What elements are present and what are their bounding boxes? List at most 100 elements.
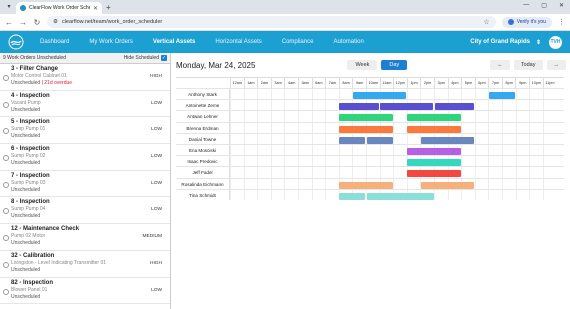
recurring-icon	[3, 235, 9, 242]
scheduled-block[interactable]	[339, 136, 366, 144]
work-order-item[interactable]: 4 - Inspection Vacant Pump Unscheduled LOW	[0, 91, 170, 118]
technician-lane[interactable]	[230, 122, 564, 133]
work-order-status: Unscheduled	[11, 213, 41, 220]
technician-lane[interactable]	[230, 100, 564, 111]
technician-row: Isaac Predovic	[176, 155, 564, 167]
scheduled-block[interactable]	[420, 181, 475, 189]
scheduled-block[interactable]	[339, 181, 393, 189]
technician-lane[interactable]	[230, 144, 564, 156]
technician-lane[interactable]	[230, 111, 564, 122]
technician-lane[interactable]	[230, 156, 564, 167]
bookmark-star-icon[interactable]: ☆	[483, 18, 489, 26]
hour-gridline	[488, 122, 490, 133]
hour-gridline	[542, 133, 544, 144]
back-icon[interactable]: ←	[5, 18, 13, 27]
scheduled-block[interactable]	[339, 103, 380, 111]
week-view-button[interactable]: Week	[347, 60, 378, 70]
next-day-button[interactable]: →	[546, 60, 566, 70]
technician-lane[interactable]	[230, 189, 564, 200]
scheduled-block[interactable]	[420, 136, 475, 144]
clearflow-logo-icon[interactable]	[8, 34, 24, 50]
checkbox-checked-icon[interactable]: ✓	[161, 55, 167, 61]
unscheduled-sidebar: 9 Work Orders Unscheduled Hide Scheduled…	[0, 53, 171, 309]
technician-lane[interactable]	[230, 178, 564, 189]
hour-gridline	[270, 156, 272, 167]
work-order-item[interactable]: 32 - Calibration Livingston - Level Indic…	[0, 251, 170, 278]
nav-automation[interactable]: Automation	[333, 39, 363, 45]
hour-label: 9pm	[515, 78, 529, 88]
hour-gridline	[488, 100, 490, 111]
reload-icon[interactable]: ↻	[33, 18, 41, 27]
nav-dashboard[interactable]: Dashboard	[40, 39, 69, 45]
hour-label: 10am	[365, 78, 380, 88]
hour-gridline	[393, 111, 395, 122]
nav-horizontal-assets[interactable]: Horizontal Assets	[215, 39, 261, 45]
maximize-icon[interactable]: ▢	[541, 2, 547, 9]
scheduled-block[interactable]	[339, 114, 393, 122]
close-window-icon[interactable]: ✕	[559, 2, 564, 9]
technician-lane[interactable]	[230, 89, 564, 100]
work-order-item[interactable]: 7 - Inspection Sump Pump 03 Unscheduled LOW	[0, 171, 170, 198]
hour-gridline	[488, 156, 490, 167]
hour-header: 12am 1am 2am 3am 4am 5am 6am 7am 8am 9am 10am 11am 1…	[230, 78, 564, 88]
hour-gridline	[474, 167, 476, 178]
scheduled-block[interactable]	[488, 92, 516, 99]
work-order-item[interactable]: 8 - Inspection Sump Pump 04 Unscheduled LOW	[0, 197, 170, 225]
hour-label: 9am	[352, 78, 366, 88]
unscheduled-count: 9 Work Orders Unscheduled	[3, 55, 66, 61]
work-order-item[interactable]: 82 - Inspection Blower Panel 01 Unschedule…	[0, 278, 170, 305]
scheduled-block[interactable]	[407, 159, 461, 167]
work-order-item[interactable]: 6 - Inspection Sump Pump 02 Unscheduled LOW	[0, 144, 170, 171]
avatar[interactable]: TVH	[549, 35, 562, 49]
hour-gridline	[284, 111, 286, 122]
site-info-icon[interactable]: ⚙	[53, 19, 58, 25]
scheduled-block[interactable]	[366, 136, 393, 144]
technician-lane[interactable]	[230, 133, 564, 144]
scheduled-block[interactable]	[407, 125, 461, 133]
tab-menu-icon[interactable]: ▾	[4, 2, 14, 12]
hide-scheduled-toggle[interactable]: Hide Scheduled ✓	[124, 55, 167, 61]
forward-icon[interactable]: →	[19, 18, 27, 27]
nav-compliance[interactable]: Compliance	[282, 39, 314, 45]
work-order-item[interactable]: 12 - Maintenance Check Pump 02 Motor Unsch…	[0, 224, 170, 251]
scheduled-block[interactable]	[380, 103, 434, 111]
today-button[interactable]: Today	[513, 60, 543, 70]
date-navigation: ← Today →	[490, 60, 566, 70]
work-order-title: 32 - Calibration	[11, 252, 55, 259]
technician-name: Danial Towne	[176, 133, 230, 144]
scheduled-block[interactable]	[339, 192, 366, 200]
scheduled-block[interactable]	[434, 103, 475, 111]
city-selector[interactable]: City of Grand Rapids ⇕	[470, 39, 541, 46]
scheduled-block[interactable]	[352, 92, 407, 99]
scheduled-block[interactable]	[339, 125, 393, 133]
hour-gridline	[406, 178, 408, 189]
browser-menu-icon[interactable]: ⋮	[558, 18, 565, 26]
hour-gridline	[488, 133, 490, 144]
technician-lane[interactable]	[230, 167, 564, 178]
close-tab-icon[interactable]: ✕	[93, 5, 98, 12]
new-tab-icon[interactable]: +	[106, 3, 111, 12]
hour-gridline	[298, 167, 299, 178]
scheduled-block[interactable]	[366, 192, 434, 200]
verify-button[interactable]: Verify it's you	[501, 16, 552, 28]
day-view-button[interactable]: Day	[381, 60, 408, 70]
hour-gridline	[393, 122, 395, 133]
priority-badge: LOW	[151, 207, 162, 213]
scheduled-block[interactable]	[407, 147, 461, 155]
prev-day-button[interactable]: ←	[490, 60, 510, 70]
nav-my-work-orders[interactable]: My Work Orders	[89, 39, 133, 45]
favicon-icon	[20, 5, 26, 11]
hour-gridline	[529, 122, 531, 133]
scheduled-block[interactable]	[407, 114, 461, 122]
browser-tab[interactable]: ClearFlow Work Order Schedul... ✕	[16, 2, 102, 14]
nav-vertical-assets[interactable]: Vertical Assets	[153, 39, 195, 45]
work-order-item[interactable]: 5 - Inspection Sump Pump 01 Unscheduled LOW	[0, 117, 170, 145]
minimize-icon[interactable]: —	[523, 2, 529, 9]
url-field[interactable]: ⚙ clearflow.net/team/work_order_schedule…	[47, 16, 496, 28]
hour-gridline	[257, 122, 259, 133]
scheduled-block[interactable]	[407, 170, 461, 178]
profile-icon	[507, 19, 514, 25]
hour-gridline	[366, 167, 367, 178]
work-order-item[interactable]: 3 - Filter Change Motor Control Cabinet 0…	[0, 64, 170, 91]
work-order-asset: Motor Control Cabinet 01	[11, 73, 67, 79]
